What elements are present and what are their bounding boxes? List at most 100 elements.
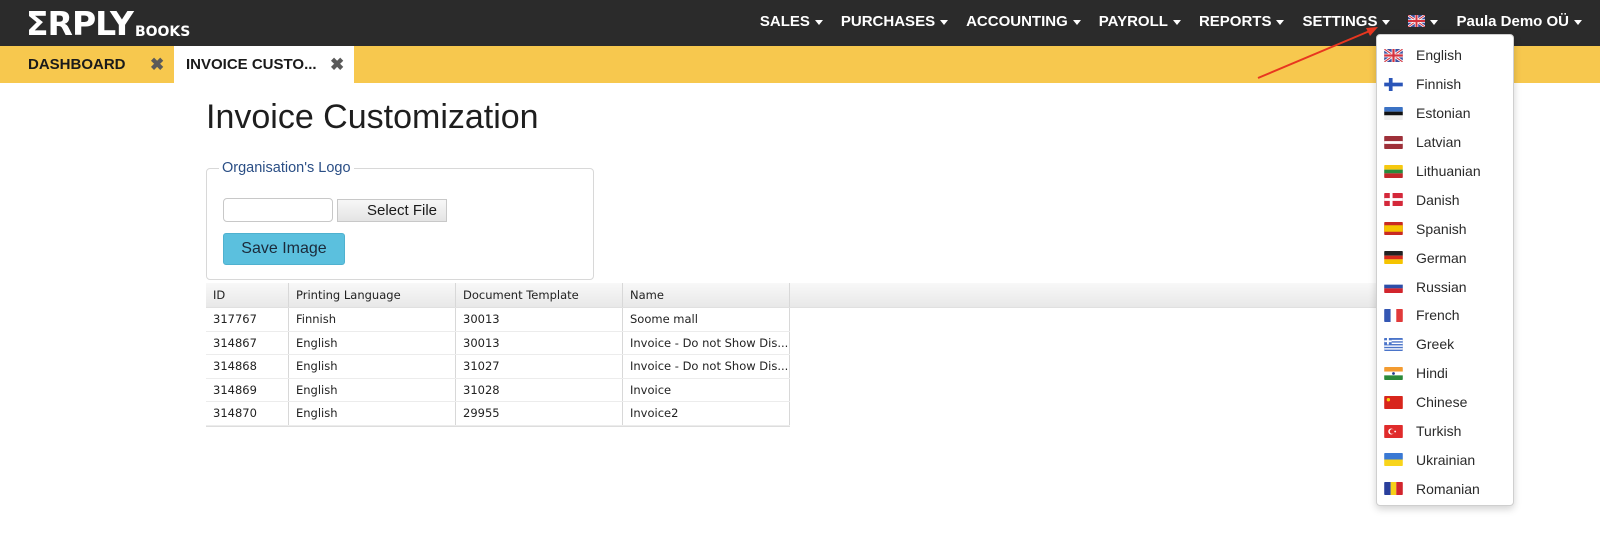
logo-sub-text: BOOKS	[134, 24, 191, 40]
column-header-printing-language[interactable]: Printing Language	[289, 283, 456, 307]
language-option-danish[interactable]: Danish	[1377, 185, 1513, 214]
language-option-label: Romanian	[1416, 480, 1480, 497]
column-header-document-template[interactable]: Document Template	[456, 283, 623, 307]
es-flag-icon	[1384, 222, 1403, 236]
tab-invoice-customization[interactable]: INVOICE CUSTO... ✖	[174, 46, 354, 83]
user-menu[interactable]: Paula Demo OÜ	[1456, 13, 1582, 30]
language-option-english[interactable]: English	[1377, 41, 1513, 70]
language-option-label: English	[1416, 47, 1462, 64]
language-option-french[interactable]: French	[1377, 301, 1513, 330]
close-icon[interactable]: ✖	[150, 55, 164, 75]
chevron-down-icon	[1172, 19, 1181, 25]
section-legend: Organisation's Logo	[219, 160, 354, 176]
cell-document-template: 31027	[456, 355, 623, 378]
table-row[interactable]: 314869 English 31028 Invoice	[206, 378, 790, 402]
page-title: Invoice Customization	[206, 98, 539, 136]
uk-flag-icon	[1384, 48, 1403, 62]
language-option-romanian[interactable]: Romanian	[1377, 474, 1513, 503]
lt-flag-icon	[1384, 164, 1403, 178]
cell-document-template: 30013	[456, 331, 623, 354]
nav-sales-label: SALES	[759, 12, 810, 30]
language-option-label: Danish	[1416, 191, 1460, 208]
cell-id: 314867	[206, 331, 289, 354]
nav-payroll-label: PAYROLL	[1098, 12, 1168, 30]
tab-dashboard[interactable]: DASHBOARD ✖	[0, 46, 174, 83]
nav-payroll[interactable]: PAYROLL	[1099, 13, 1181, 30]
fi-flag-icon	[1384, 77, 1403, 91]
cell-id: 314868	[206, 355, 289, 378]
cell-name: Invoice2	[623, 402, 790, 425]
nav-purchases[interactable]: PURCHASES	[841, 13, 949, 30]
language-option-label: Latvian	[1416, 134, 1462, 151]
ru-flag-icon	[1384, 280, 1403, 294]
nav-accounting[interactable]: ACCOUNTING	[966, 13, 1081, 30]
table-header: ID Printing Language Document Template N…	[206, 283, 1386, 308]
language-option-latvian[interactable]: Latvian	[1377, 128, 1513, 157]
cell-printing-language: Finnish	[289, 308, 456, 331]
language-option-greek[interactable]: Greek	[1377, 330, 1513, 359]
lv-flag-icon	[1384, 135, 1403, 149]
language-option-label: Chinese	[1416, 394, 1468, 411]
language-option-label: Hindi	[1416, 365, 1448, 382]
cell-id: 314870	[206, 402, 289, 425]
language-option-spanish[interactable]: Spanish	[1377, 214, 1513, 243]
logo-main-text: ΣRPLY	[26, 4, 134, 43]
column-header-id[interactable]: ID	[206, 283, 289, 307]
language-option-label: Turkish	[1416, 423, 1462, 440]
top-navigation-bar: ΣRPLY BOOKS SALES PURCHASES ACCOUNTING P…	[0, 0, 1600, 46]
tab-invoice-label: INVOICE CUSTO...	[186, 56, 317, 73]
select-file-button[interactable]: Select File	[337, 199, 447, 222]
cell-document-template: 30013	[456, 308, 623, 331]
language-option-turkish[interactable]: Turkish	[1377, 417, 1513, 446]
table-row[interactable]: 314867 English 30013 Invoice - Do not Show …	[206, 331, 790, 355]
table-row[interactable]: 314868 English 31027 Invoice - Do not Show …	[206, 355, 790, 379]
language-option-russian[interactable]: Russian	[1377, 272, 1513, 301]
nav-accounting-label: ACCOUNTING	[966, 12, 1068, 30]
table-row[interactable]: 314870 English 29955 Invoice2	[206, 402, 790, 426]
language-option-chinese[interactable]: Chinese	[1377, 388, 1513, 417]
language-option-label: Estonian	[1416, 105, 1471, 122]
cell-document-template: 29955	[456, 402, 623, 425]
language-option-german[interactable]: German	[1377, 243, 1513, 272]
language-option-hindi[interactable]: Hindi	[1377, 359, 1513, 388]
column-header-name[interactable]: Name	[623, 283, 790, 307]
save-image-button[interactable]: Save Image	[223, 233, 345, 265]
language-option-label: Lithuanian	[1416, 163, 1481, 179]
cn-flag-icon	[1384, 395, 1403, 409]
language-option-estonian[interactable]: Estonian	[1377, 99, 1513, 128]
gr-flag-icon	[1384, 337, 1403, 351]
language-option-ukrainian[interactable]: Ukrainian	[1377, 445, 1513, 474]
file-path-input[interactable]	[223, 198, 333, 222]
cell-printing-language: English	[289, 378, 456, 401]
chevron-down-icon	[814, 19, 823, 25]
nav-settings[interactable]: SETTINGS	[1302, 13, 1391, 30]
nav-reports[interactable]: REPORTS	[1199, 13, 1285, 30]
language-option-finnish[interactable]: Finnish	[1377, 70, 1513, 99]
cell-name: Invoice - Do not Show Dis...	[623, 355, 790, 378]
invoice-templates-table: ID Printing Language Document Template N…	[206, 283, 1386, 427]
cell-id: 317767	[206, 308, 289, 331]
language-option-label: Russian	[1416, 278, 1467, 295]
language-option-lithuanian[interactable]: Lithuanian	[1377, 157, 1513, 186]
language-option-label: French	[1416, 307, 1460, 324]
fr-flag-icon	[1384, 308, 1403, 322]
ee-flag-icon	[1384, 106, 1403, 120]
table-row[interactable]: 317767 Finnish 30013 Soome mall	[206, 308, 790, 332]
close-icon[interactable]: ✖	[330, 55, 344, 75]
language-option-label: Spanish	[1416, 220, 1467, 237]
organisation-logo-section: Organisation's Logo Select File Save Ima…	[206, 160, 594, 280]
cell-name: Soome mall	[623, 308, 790, 331]
chevron-down-icon	[1430, 19, 1439, 25]
language-option-label: Greek	[1416, 336, 1455, 353]
language-option-label: Ukrainian	[1416, 451, 1476, 468]
chevron-down-icon	[1382, 19, 1391, 25]
dk-flag-icon	[1384, 193, 1403, 207]
chevron-down-icon	[1276, 19, 1285, 25]
nav-sales[interactable]: SALES	[760, 13, 823, 30]
erply-books-logo[interactable]: ΣRPLY BOOKS	[26, 6, 190, 40]
language-dropdown-menu: English Finnish Estonian Latvian Lithuanian D…	[1376, 34, 1514, 506]
cell-printing-language: English	[289, 355, 456, 378]
chevron-down-icon	[940, 19, 949, 25]
user-name: Paula Demo OÜ	[1456, 12, 1569, 30]
language-selector[interactable]	[1408, 15, 1439, 27]
